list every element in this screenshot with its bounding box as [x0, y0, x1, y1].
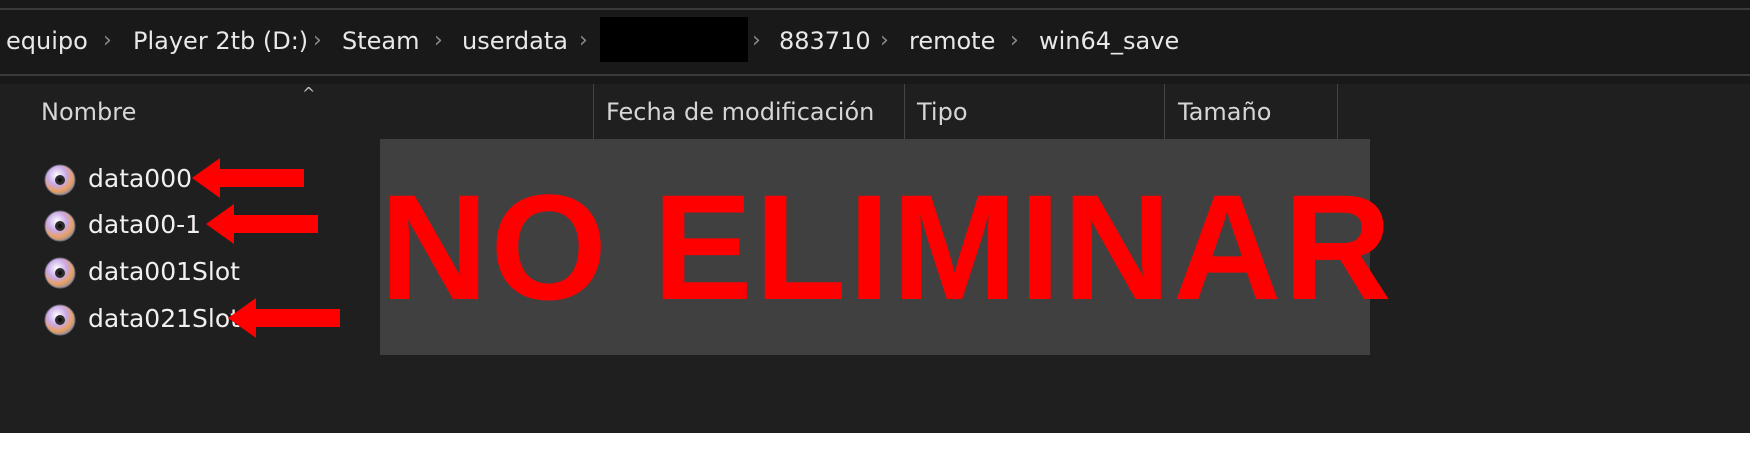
red-left-arrow-icon	[228, 298, 340, 338]
column-divider[interactable]	[1164, 84, 1165, 140]
disc-icon	[44, 257, 76, 289]
breadcrumb-item-drive[interactable]: Player 2tb (D:)	[133, 24, 308, 58]
file-explorer-window: equipo › Player 2tb (D:) › Steam › userd…	[0, 0, 1750, 433]
breadcrumb-item-appid[interactable]: 883710	[779, 24, 871, 58]
red-left-arrow-icon	[206, 204, 318, 244]
warning-text: NO ELIMINAR	[380, 163, 1394, 331]
column-header-size[interactable]: Tamaño	[1178, 98, 1271, 126]
breadcrumb-item-userdata[interactable]: userdata	[462, 24, 568, 58]
red-left-arrow-icon	[192, 158, 304, 198]
column-header-bar: ^ Nombre Fecha de modificación Tipo Tama…	[0, 84, 1750, 140]
warning-overlay: NO ELIMINAR	[380, 139, 1394, 355]
column-header-name[interactable]: Nombre	[41, 98, 136, 126]
disc-icon	[44, 304, 76, 336]
breadcrumb-item-remote[interactable]: remote	[909, 24, 995, 58]
column-header-modified[interactable]: Fecha de modificación	[606, 98, 874, 126]
file-name[interactable]: data001Slot	[88, 257, 240, 286]
divider	[0, 8, 1750, 10]
chevron-up-icon: ^	[302, 84, 316, 103]
chevron-right-icon[interactable]: ›	[752, 24, 761, 58]
file-name[interactable]: data00-1	[88, 210, 201, 239]
chevron-right-icon[interactable]: ›	[313, 24, 322, 58]
chevron-right-icon[interactable]: ›	[579, 24, 588, 58]
divider	[0, 74, 1750, 76]
column-header-type[interactable]: Tipo	[917, 98, 968, 126]
column-divider[interactable]	[904, 84, 905, 140]
breadcrumb: equipo › Player 2tb (D:) › Steam › userd…	[0, 0, 1750, 84]
chevron-right-icon[interactable]: ›	[434, 24, 443, 58]
breadcrumb-item-equipo[interactable]: equipo	[6, 24, 88, 58]
chevron-right-icon[interactable]: ›	[880, 24, 889, 58]
column-divider[interactable]	[1337, 84, 1338, 140]
file-name[interactable]: data021Slot	[88, 304, 240, 333]
file-name[interactable]: data000	[88, 164, 192, 193]
chevron-right-icon[interactable]: ›	[1010, 24, 1019, 58]
column-divider[interactable]	[593, 84, 594, 140]
list-item[interactable]: data001Slot	[44, 253, 344, 293]
disc-icon	[44, 164, 76, 196]
breadcrumb-item-steam[interactable]: Steam	[342, 24, 420, 58]
redacted-user-id[interactable]	[600, 17, 748, 62]
breadcrumb-item-win64-save[interactable]: win64_save	[1039, 24, 1179, 58]
disc-icon	[44, 210, 76, 242]
chevron-right-icon[interactable]: ›	[103, 24, 112, 58]
